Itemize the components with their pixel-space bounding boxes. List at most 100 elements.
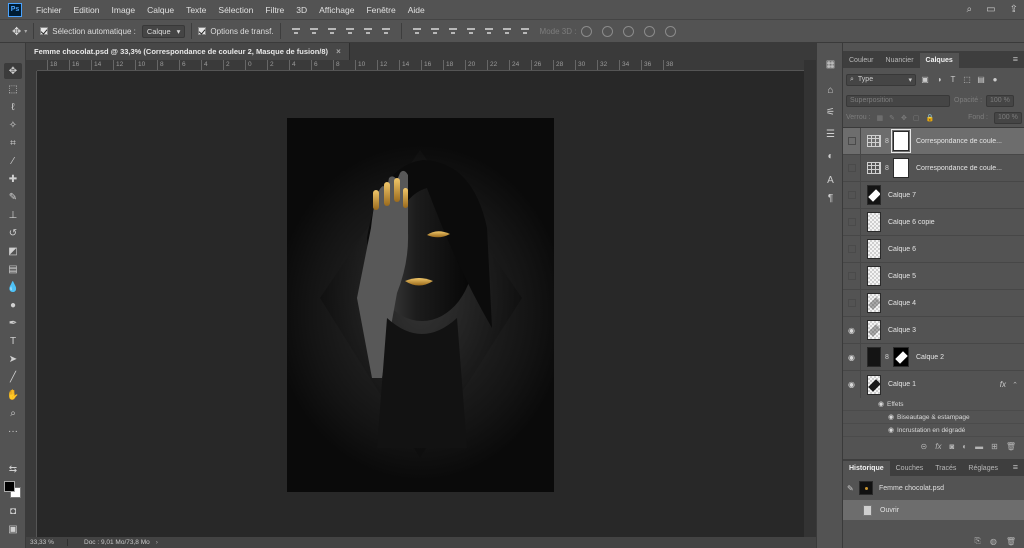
effects-group[interactable]: ◉ Effets bbox=[843, 398, 1024, 411]
filter-shape-icon[interactable]: ⬚ bbox=[962, 75, 972, 85]
lock-paint-icon[interactable]: ✎ bbox=[889, 114, 895, 122]
chevron-down-icon[interactable]: ▾ bbox=[24, 28, 27, 35]
filter-type-icon[interactable]: T bbox=[948, 75, 958, 85]
line-tool-icon[interactable]: ╱ bbox=[4, 369, 22, 385]
lock-artboard-icon[interactable]: ▢ bbox=[913, 114, 920, 122]
visibility-toggle[interactable] bbox=[843, 262, 861, 290]
search-icon[interactable]: ⌕ bbox=[967, 4, 973, 15]
layer-filter-dropdown[interactable]: ⌕ Type ▾ bbox=[846, 73, 916, 86]
layer-row[interactable]: 8 Correspondance de coule... bbox=[843, 127, 1024, 155]
layer-mask-thumbnail[interactable] bbox=[893, 347, 909, 367]
add-mask-icon[interactable]: ◙ bbox=[949, 442, 954, 451]
clone-stamp-tool-icon[interactable]: ⊥ bbox=[4, 207, 22, 223]
blend-mode-dropdown[interactable]: Superposition bbox=[846, 94, 950, 107]
pen-tool-icon[interactable]: ✒ bbox=[4, 315, 22, 331]
align-right-icon[interactable] bbox=[381, 26, 391, 36]
magic-wand-tool-icon[interactable]: ✧ bbox=[4, 117, 22, 133]
crop-tool-icon[interactable]: ⌗ bbox=[4, 135, 22, 151]
lasso-tool-icon[interactable]: ℓ bbox=[4, 99, 22, 115]
eye-icon[interactable]: ◉ bbox=[885, 426, 897, 434]
link-icon[interactable]: 8 bbox=[883, 354, 891, 361]
layer-effects-icon[interactable]: fx bbox=[1000, 380, 1006, 389]
align-hcenter-icon[interactable] bbox=[363, 26, 373, 36]
layer-row[interactable]: ◉ Calque 3 bbox=[843, 316, 1024, 344]
eyedropper-tool-icon[interactable]: ⁄ bbox=[4, 153, 22, 169]
ruler-corner[interactable] bbox=[26, 60, 37, 71]
layer-row[interactable]: Calque 4 bbox=[843, 289, 1024, 317]
menu-image[interactable]: Image bbox=[106, 5, 142, 15]
layer-row[interactable]: Calque 6 bbox=[843, 235, 1024, 263]
move-tool-icon[interactable]: ✥ bbox=[4, 63, 22, 79]
align-vcenter-icon[interactable] bbox=[309, 26, 319, 36]
menu-texte[interactable]: Texte bbox=[180, 5, 212, 15]
dodge-tool-icon[interactable]: ● bbox=[4, 297, 22, 313]
filter-pixel-icon[interactable]: ▣ bbox=[920, 75, 930, 85]
auto-select-dropdown[interactable]: Calque ▾ bbox=[141, 24, 186, 38]
delete-state-icon[interactable]: 🗑 bbox=[1006, 537, 1016, 546]
adjustments-icon[interactable]: ◐ bbox=[823, 149, 838, 163]
libraries-icon[interactable]: ▦ bbox=[823, 57, 838, 71]
3d-slide-icon[interactable] bbox=[644, 25, 656, 37]
new-adjustment-icon[interactable]: ◐ bbox=[962, 442, 967, 451]
vertical-scrollbar[interactable] bbox=[804, 60, 816, 537]
visibility-toggle[interactable] bbox=[843, 154, 861, 182]
marquee-tool-icon[interactable]: ⬚ bbox=[4, 81, 22, 97]
menu-fenetre[interactable]: Fenêtre bbox=[360, 5, 401, 15]
panel-menu-icon[interactable]: ≡ bbox=[1013, 54, 1018, 64]
filter-adjustment-icon[interactable]: ◑ bbox=[934, 75, 944, 85]
align-left-icon[interactable] bbox=[345, 26, 355, 36]
tab-nuancier[interactable]: Nuancier bbox=[880, 53, 920, 68]
distribute-bottom-icon[interactable] bbox=[448, 26, 458, 36]
layer-mask-thumbnail[interactable] bbox=[891, 129, 911, 153]
align-top-icon[interactable] bbox=[291, 26, 301, 36]
visibility-toggle[interactable] bbox=[843, 127, 861, 155]
eye-icon[interactable]: ◉ bbox=[875, 400, 887, 408]
paragraph-icon[interactable]: ¶ bbox=[823, 191, 838, 205]
workspace-icon[interactable]: ▭ bbox=[986, 4, 995, 15]
layer-row[interactable]: ◉ 8 Calque 2 bbox=[843, 343, 1024, 371]
delete-layer-icon[interactable]: 🗑 bbox=[1006, 442, 1016, 451]
3d-scale-icon[interactable] bbox=[665, 25, 677, 37]
fill-field[interactable]: 100 % bbox=[994, 111, 1022, 124]
distribute-left-icon[interactable] bbox=[466, 26, 476, 36]
new-document-from-state-icon[interactable]: ⎘ bbox=[974, 536, 980, 546]
link-icon[interactable]: 8 bbox=[883, 138, 891, 145]
tab-reglages[interactable]: Réglages bbox=[962, 461, 1004, 476]
close-icon[interactable]: × bbox=[336, 47, 341, 56]
brush-settings-icon[interactable]: ⚟ bbox=[823, 105, 838, 119]
new-group-icon[interactable]: ▬ bbox=[975, 442, 983, 451]
add-style-icon[interactable]: fx bbox=[935, 442, 941, 451]
eye-icon[interactable]: ◉ bbox=[885, 413, 897, 421]
opacity-field[interactable]: 100 % bbox=[986, 94, 1015, 107]
effect-gradient-overlay[interactable]: ◉ Incrustation en dégradé bbox=[843, 424, 1024, 437]
distribute-vcenter-icon[interactable] bbox=[430, 26, 440, 36]
menu-filtre[interactable]: Filtre bbox=[259, 5, 290, 15]
more-tools-icon[interactable]: ··· bbox=[4, 423, 22, 439]
distribute-hcenter-icon[interactable] bbox=[484, 26, 494, 36]
history-brush-source-icon[interactable]: ✎ bbox=[847, 484, 854, 493]
tab-calques[interactable]: Calques bbox=[919, 53, 959, 68]
visibility-toggle[interactable] bbox=[843, 235, 861, 263]
distribute-right-icon[interactable] bbox=[502, 26, 512, 36]
menu-edition[interactable]: Edition bbox=[68, 5, 106, 15]
link-layers-icon[interactable]: ⊝ bbox=[921, 442, 928, 451]
visibility-toggle[interactable]: ◉ bbox=[843, 343, 861, 371]
visibility-toggle[interactable]: ◉ bbox=[843, 371, 861, 398]
vertical-ruler[interactable] bbox=[26, 71, 37, 537]
path-selection-tool-icon[interactable]: ➤ bbox=[4, 351, 22, 367]
chevron-right-icon[interactable]: › bbox=[156, 539, 158, 546]
lock-move-icon[interactable]: ✥ bbox=[901, 114, 907, 122]
move-tool-icon[interactable]: ✥ bbox=[12, 25, 21, 38]
menu-3d[interactable]: 3D bbox=[290, 5, 313, 15]
transform-controls-checkbox[interactable] bbox=[198, 27, 207, 35]
zoom-level[interactable]: 33,33 % bbox=[26, 539, 68, 546]
filter-smart-object-icon[interactable]: ▤ bbox=[976, 75, 986, 85]
auto-select-checkbox[interactable] bbox=[40, 27, 49, 35]
history-step[interactable]: Ouvrir bbox=[843, 500, 1024, 520]
layer-row[interactable]: 8 Correspondance de coule... bbox=[843, 154, 1024, 182]
menu-aide[interactable]: Aide bbox=[402, 5, 431, 15]
chevron-up-icon[interactable]: ⌃ bbox=[1012, 381, 1018, 389]
3d-roll-icon[interactable] bbox=[602, 25, 614, 37]
character-icon[interactable]: A bbox=[823, 173, 838, 187]
layer-row[interactable]: Calque 7 bbox=[843, 181, 1024, 209]
